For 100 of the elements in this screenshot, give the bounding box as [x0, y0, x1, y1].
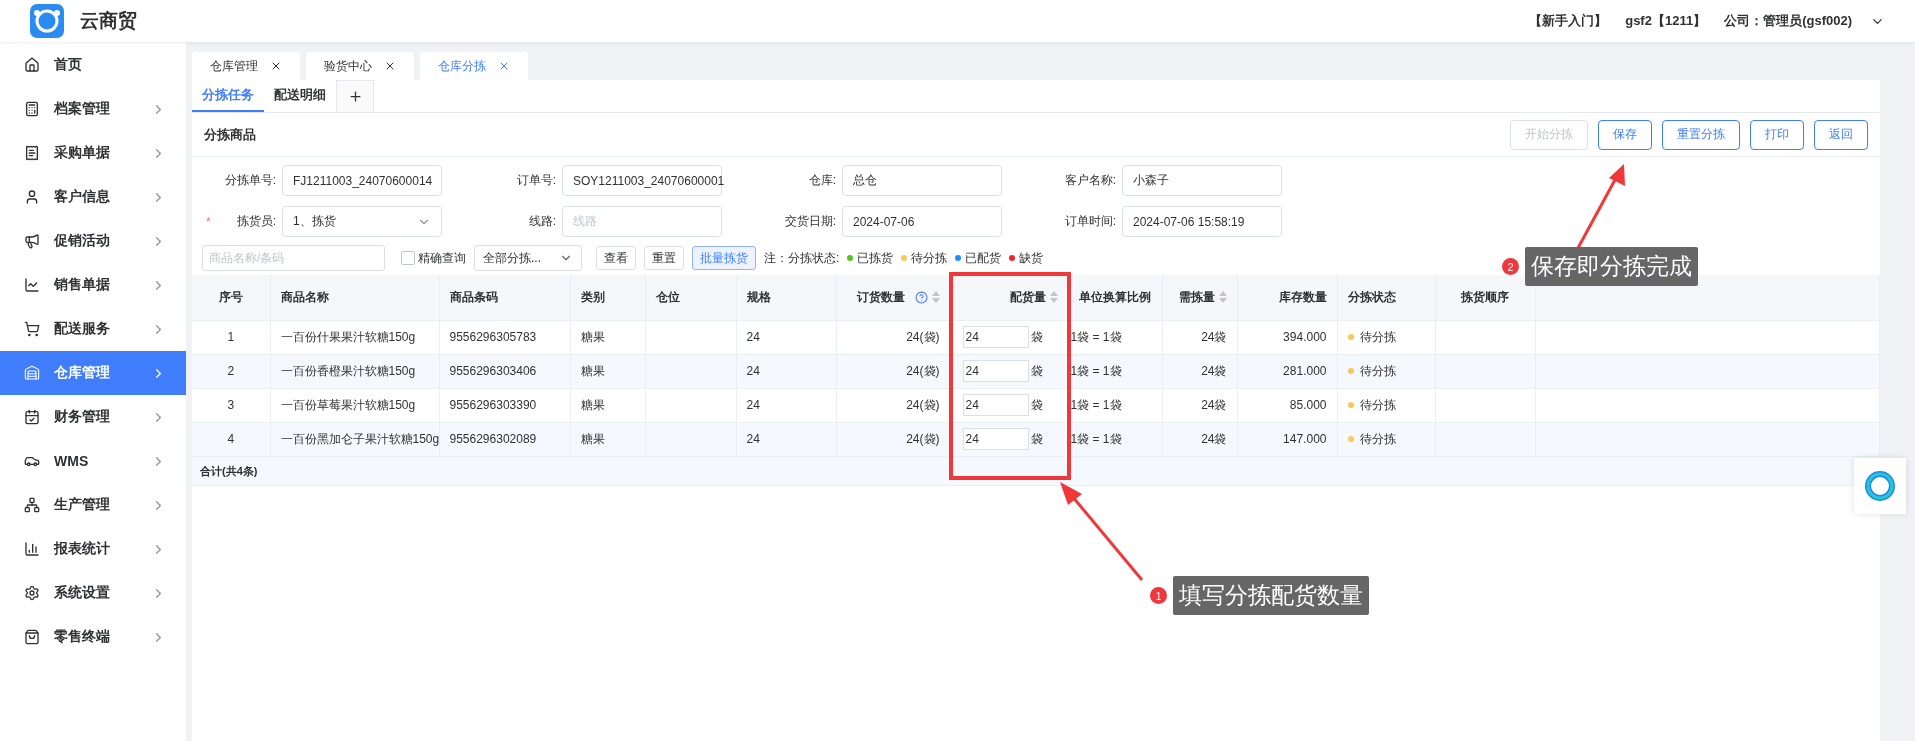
quantity-input[interactable]: 24 — [962, 428, 1029, 451]
page-tab[interactable]: 验货中心 — [306, 52, 414, 80]
plus-icon — [347, 89, 363, 104]
sidebar-item[interactable]: 促销活动 — [0, 219, 186, 263]
table-cell: 一百份什果果汁软糖150g — [270, 320, 439, 354]
field-label: 仓库: — [807, 172, 837, 189]
action-button[interactable]: 返回 — [1814, 119, 1868, 150]
quantity-input[interactable]: 24 — [962, 360, 1029, 382]
table-cell: 24(袋) — [836, 354, 950, 388]
column-header: 单位换算比例 — [1068, 275, 1162, 320]
ring-logo-icon — [1864, 470, 1896, 502]
sidebar-item[interactable]: 零售终端 — [0, 615, 186, 659]
sidebar-item[interactable]: 客户信息 — [0, 175, 186, 219]
table-cell: 24袋 — [1162, 388, 1237, 422]
field-label: 分拣单号: — [223, 172, 277, 189]
assistant-widget[interactable] — [1854, 458, 1906, 514]
table-cell: 1袋 = 1袋 — [1068, 320, 1162, 354]
megaphone-icon — [24, 233, 40, 249]
sidebar-item[interactable]: 生产管理 — [0, 483, 186, 527]
cart-icon — [24, 321, 40, 337]
filter-button[interactable]: 批量拣货 — [692, 246, 756, 270]
legend-title: 注：分拣状态: — [764, 249, 840, 267]
sidebar-item[interactable]: 采购单据 — [0, 131, 186, 175]
close-icon[interactable] — [384, 60, 396, 72]
sidebar-item[interactable]: 首页 — [0, 43, 186, 87]
action-button[interactable]: 重置分拣 — [1662, 119, 1740, 150]
table-cell: 1袋 = 1袋 — [1068, 354, 1162, 388]
action-button[interactable]: 保存 — [1598, 119, 1652, 150]
legend-item: 待分拣 — [901, 249, 948, 267]
sidebar-item[interactable]: 仓库管理 — [0, 351, 186, 395]
home-icon — [24, 57, 40, 73]
legend-item: 已拣货 — [847, 249, 894, 267]
legend-item: 已配货 — [955, 249, 1002, 267]
callout-label: 填写分拣配货数量 — [1173, 576, 1369, 615]
column-header: 需拣量 — [1162, 275, 1237, 320]
column-header: 库存数量 — [1237, 275, 1337, 320]
column-header: 订货数量 — [836, 275, 950, 320]
app-name: 云商贸 — [80, 9, 137, 33]
field-label: 客户名称: — [1063, 172, 1117, 189]
input-field[interactable]: 2024-07-06 15:58:19 — [1122, 206, 1282, 237]
table-cell: 一百份香橙果汁软糖150g — [270, 354, 439, 388]
quantity-input[interactable]: 24 — [962, 326, 1029, 348]
action-button[interactable]: 打印 — [1750, 119, 1804, 150]
sidebar-item[interactable]: 系统设置 — [0, 571, 186, 615]
table-summary: 合计(共4条) — [192, 456, 1880, 486]
table-cell: 一百份草莓果汁软糖150g — [270, 388, 439, 422]
unit-label: 袋 — [1030, 328, 1043, 346]
header-link[interactable]: gsf2【1211】 — [1625, 12, 1707, 30]
user-icon — [24, 189, 40, 205]
sidebar-item[interactable]: 财务管理 — [0, 395, 186, 439]
sidebar-item[interactable]: 销售单据 — [0, 263, 186, 307]
column-header: 分拣状态 — [1337, 275, 1435, 320]
page-tab[interactable]: 仓库分拣 — [420, 52, 528, 80]
table-cell: 1 — [192, 320, 270, 354]
table-cell: 24(袋) — [836, 388, 950, 422]
field-label: 交货日期: — [783, 213, 837, 230]
input-field[interactable]: 2024-07-06 — [842, 206, 1002, 237]
network-icon — [24, 497, 40, 513]
sidebar-item[interactable]: WMS — [0, 439, 186, 483]
input-field[interactable]: 小森子 — [1122, 165, 1282, 196]
input-field[interactable]: 总仓 — [842, 165, 1002, 196]
unit-label: 袋 — [1030, 362, 1043, 380]
input-field[interactable]: SOY1211003_24070600001 — [562, 165, 722, 196]
header-link[interactable]: 【新手入门】 — [1529, 12, 1608, 30]
sub-tab[interactable]: 分拣任务 — [192, 80, 264, 112]
table-cell: 394.000 — [1237, 320, 1337, 354]
status-label: 待分拣 — [1347, 430, 1396, 448]
sidebar-item[interactable]: 档案管理 — [0, 87, 186, 131]
table-cell: 24 — [736, 388, 836, 422]
checkbox[interactable]: 精确查询 — [401, 249, 466, 267]
header-link[interactable]: 公司：管理员(gsf002) — [1724, 12, 1852, 30]
column-header: 配货量 — [950, 275, 1068, 320]
field-label: 订单号: — [515, 172, 557, 189]
select-field[interactable]: 1、拣货 — [282, 206, 442, 237]
sub-tab[interactable]: 配送明细 — [264, 80, 336, 112]
sidebar-item[interactable]: 配送服务 — [0, 307, 186, 351]
table-cell: 24袋 — [1162, 354, 1237, 388]
table-cell: 1袋 = 1袋 — [1068, 388, 1162, 422]
sidebar-item[interactable]: 报表统计 — [0, 527, 186, 571]
status-label: 待分拣 — [1347, 328, 1396, 346]
house-icon — [24, 365, 40, 381]
table-cell: 糖果 — [570, 388, 645, 422]
calculator-icon — [24, 101, 40, 117]
field-label: 订单时间: — [1063, 213, 1117, 230]
page-tab[interactable]: 仓库管理 — [192, 52, 300, 80]
filter-button[interactable]: 查看 — [596, 246, 636, 270]
quantity-input[interactable]: 24 — [962, 394, 1029, 416]
table-cell: 糖果 — [570, 320, 645, 354]
input-field[interactable]: FJ1211003_24070600014 — [282, 165, 442, 196]
column-header: 仓位 — [645, 275, 736, 320]
help-icon[interactable] — [914, 290, 928, 304]
filter-button[interactable]: 重置 — [644, 246, 684, 270]
line-chart-icon — [24, 277, 40, 293]
required-mark: * — [206, 214, 211, 229]
status-label: 待分拣 — [1347, 362, 1396, 380]
status-select[interactable]: 全部分拣... — [474, 245, 582, 271]
unit-label: 袋 — [1030, 430, 1043, 448]
close-icon[interactable] — [270, 60, 282, 72]
table-cell: 85.000 — [1237, 388, 1337, 422]
column-header: 序号 — [192, 275, 270, 320]
